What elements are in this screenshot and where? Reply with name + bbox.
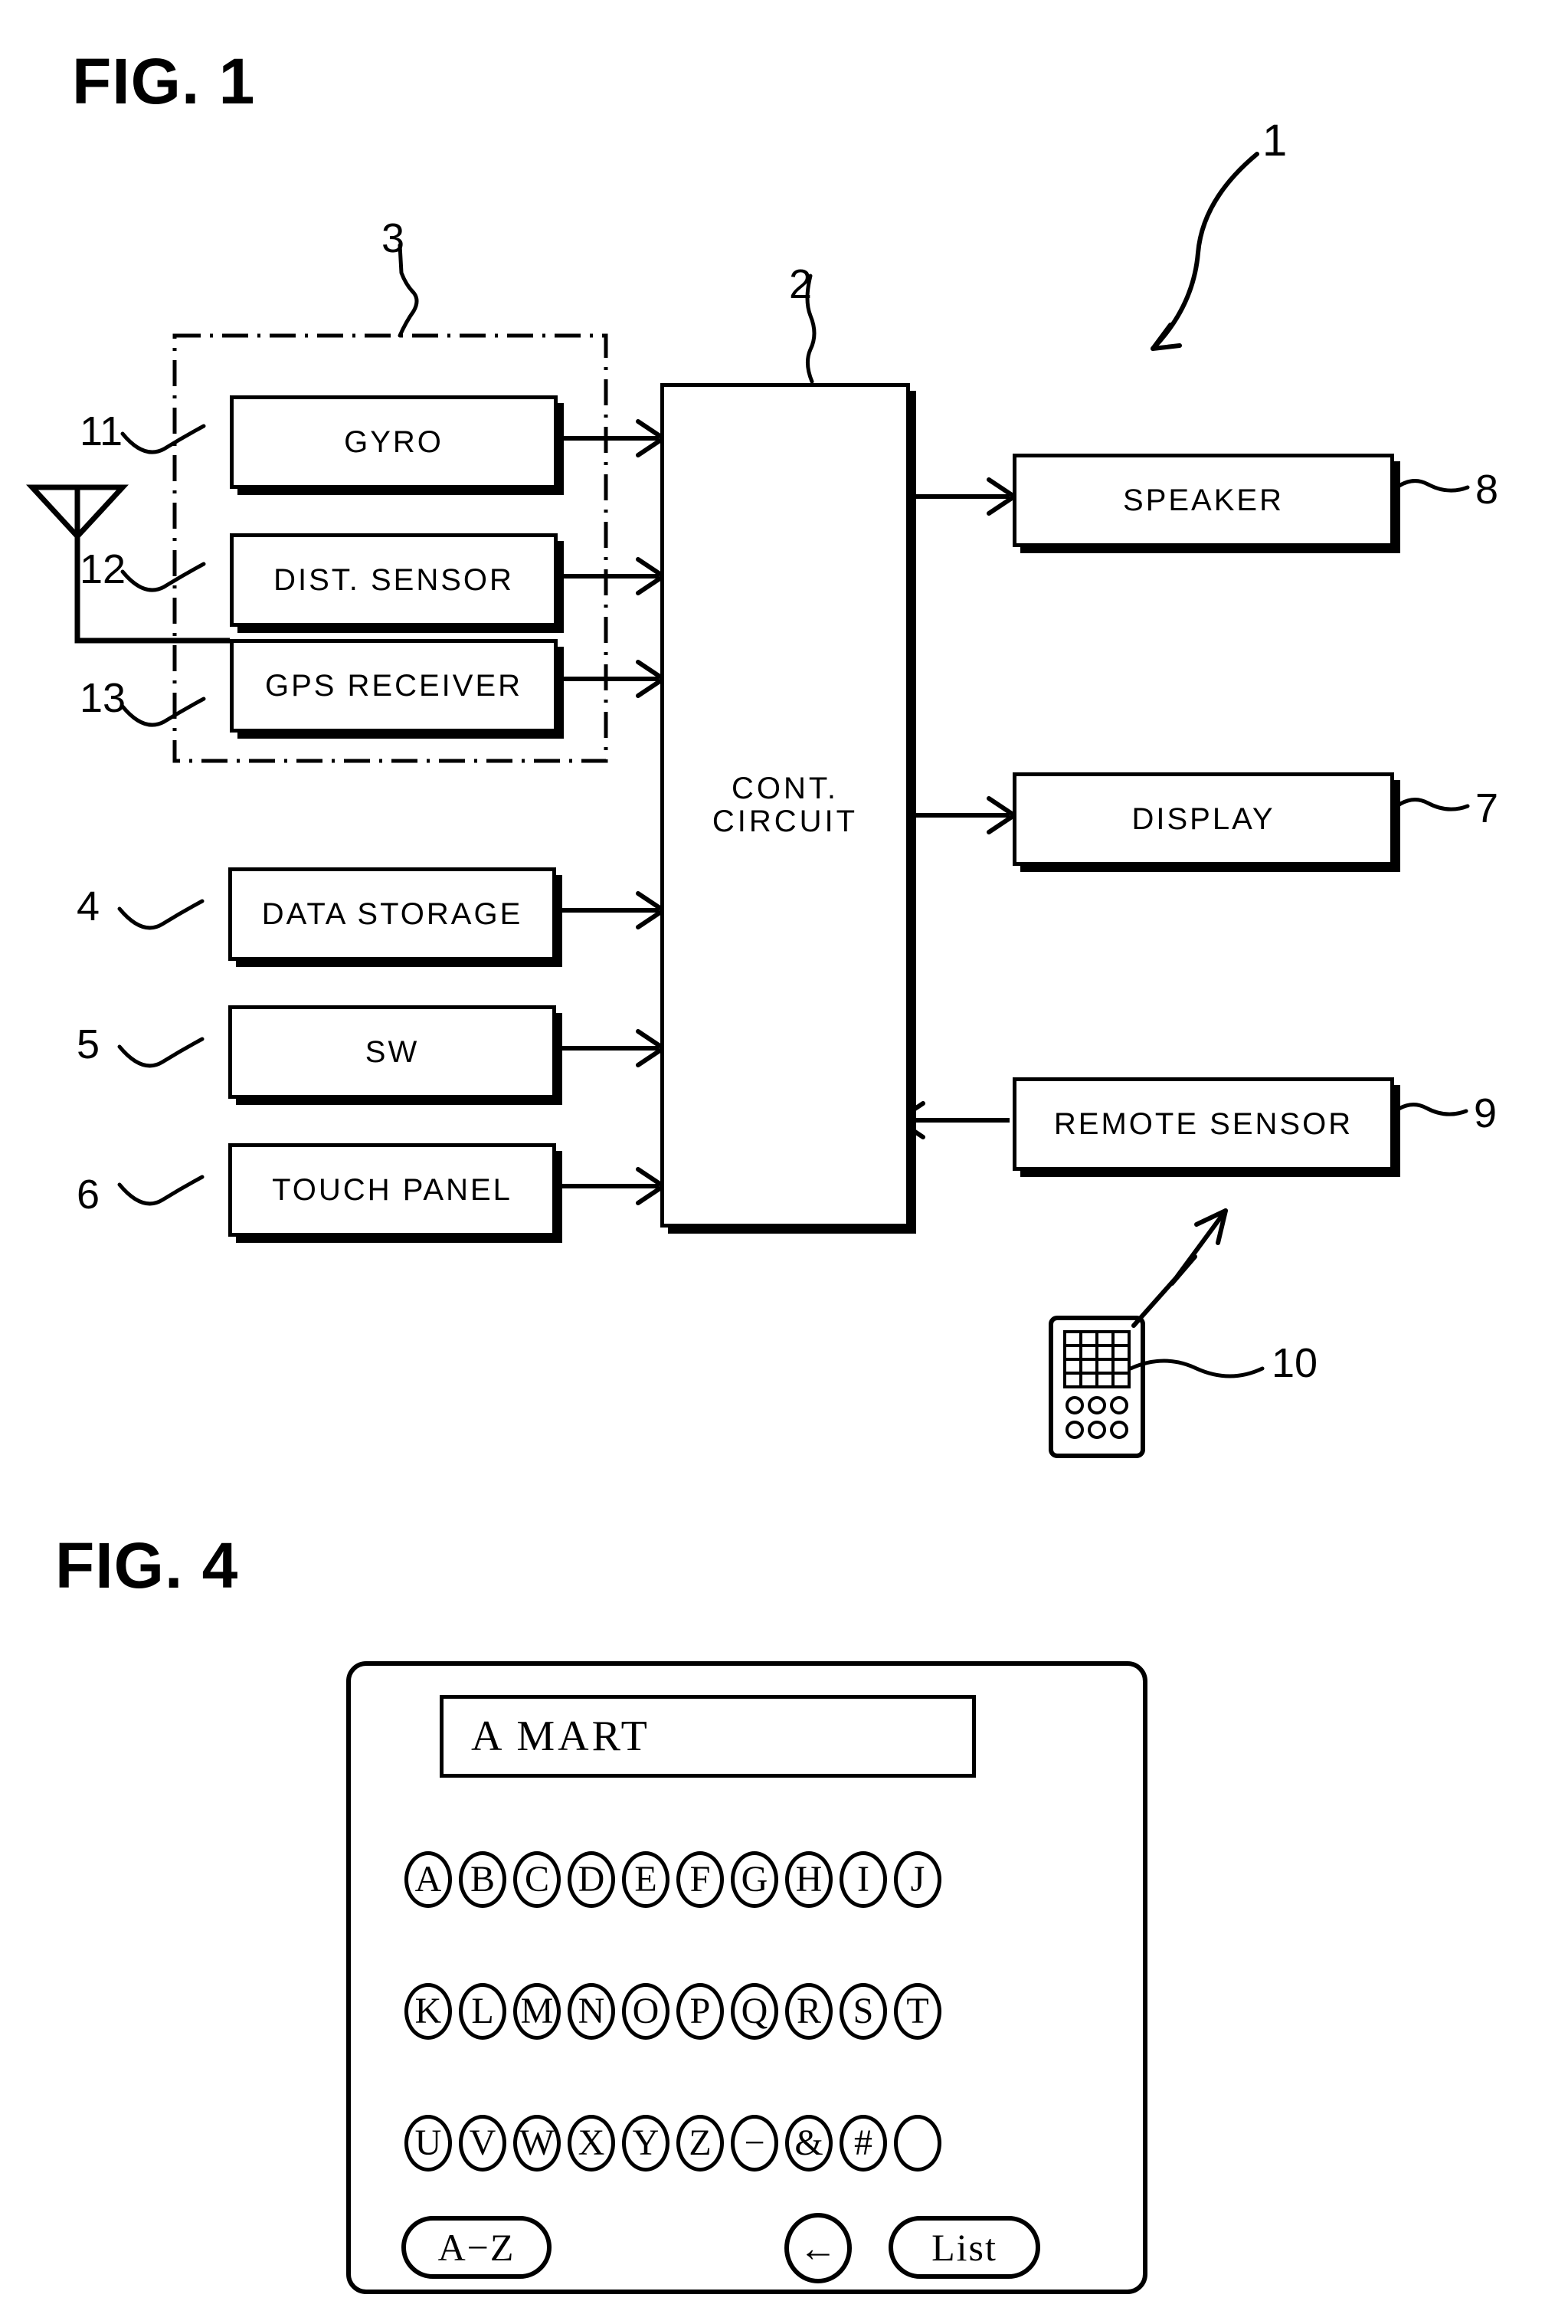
- block-cont-circuit-label-line2: CIRCUIT: [712, 805, 859, 838]
- key-hyphen[interactable]: −: [731, 2115, 778, 2172]
- block-gps-receiver-label: GPS RECEIVER: [264, 668, 523, 703]
- fig1-title: FIG. 1: [72, 45, 256, 117]
- leader-13: [120, 697, 206, 727]
- keyboard-row-2: K L M N O P Q R S T: [404, 1983, 948, 2040]
- key-I[interactable]: I: [840, 1851, 887, 1908]
- key-R[interactable]: R: [785, 1983, 833, 2040]
- ref-13: 13: [80, 675, 126, 721]
- backspace-icon[interactable]: ←: [784, 2213, 852, 2283]
- leader-10: [1128, 1359, 1265, 1378]
- key-C[interactable]: C: [513, 1851, 561, 1908]
- block-gyro: GYRO: [230, 395, 558, 489]
- block-data-storage: DATA STORAGE: [228, 867, 556, 961]
- leader-1: [1151, 152, 1259, 351]
- key-E[interactable]: E: [622, 1851, 669, 1908]
- key-F[interactable]: F: [676, 1851, 724, 1908]
- keyboard-row-1: A B C D E F G H I J: [404, 1851, 948, 1908]
- key-Y[interactable]: Y: [622, 2115, 669, 2172]
- key-K[interactable]: K: [404, 1983, 452, 2040]
- leader-4: [117, 899, 205, 930]
- key-Z[interactable]: Z: [676, 2115, 724, 2172]
- leader-1-arrowhead: [1151, 323, 1182, 351]
- leader-8: [1384, 479, 1470, 499]
- ref-8: 8: [1475, 467, 1499, 513]
- leader-12: [120, 562, 206, 592]
- antenna-icon: [26, 484, 129, 541]
- key-Q[interactable]: Q: [731, 1983, 778, 2040]
- key-X[interactable]: X: [568, 2115, 615, 2172]
- block-cont-circuit-label-line1: CONT.: [732, 771, 839, 805]
- block-touch-panel: TOUCH PANEL: [228, 1143, 556, 1237]
- ref-4: 4: [77, 883, 100, 929]
- ref-9: 9: [1474, 1090, 1498, 1136]
- key-N[interactable]: N: [568, 1983, 615, 2040]
- block-remote-sensor: REMOTE SENSOR: [1013, 1077, 1394, 1171]
- ref-2: 2: [789, 261, 813, 307]
- block-dist-sensor: DIST. SENSOR: [230, 533, 558, 627]
- key-T[interactable]: T: [894, 1983, 941, 2040]
- key-G[interactable]: G: [731, 1851, 778, 1908]
- block-display: DISPLAY: [1013, 772, 1394, 866]
- block-sw-label: SW: [365, 1034, 420, 1069]
- block-remote-sensor-label: REMOTE SENSOR: [1053, 1106, 1354, 1141]
- block-gps-receiver: GPS RECEIVER: [230, 639, 558, 733]
- remote-control-icon: [1049, 1316, 1145, 1458]
- ref-11: 11: [80, 408, 123, 454]
- range-az-button[interactable]: A−Z: [401, 2216, 552, 2279]
- keyboard-row-3: U V W X Y Z − & #: [404, 2115, 948, 2172]
- ref-12: 12: [80, 546, 126, 592]
- block-sw: SW: [228, 1005, 556, 1099]
- block-dist-sensor-label: DIST. SENSOR: [273, 562, 514, 597]
- leader-7: [1384, 798, 1470, 818]
- block-speaker-label: SPEAKER: [1123, 483, 1284, 517]
- search-input-value: A MART: [471, 1713, 650, 1760]
- key-H[interactable]: H: [785, 1851, 833, 1908]
- key-L[interactable]: L: [459, 1983, 506, 2040]
- block-gyro-label: GYRO: [344, 424, 444, 459]
- list-button[interactable]: List: [889, 2216, 1040, 2279]
- key-P[interactable]: P: [676, 1983, 724, 2040]
- block-data-storage-label: DATA STORAGE: [261, 896, 523, 931]
- key-A[interactable]: A: [404, 1851, 452, 1908]
- key-S[interactable]: S: [840, 1983, 887, 2040]
- key-M[interactable]: M: [513, 1983, 561, 2040]
- block-display-label: DISPLAY: [1131, 801, 1275, 836]
- key-O[interactable]: O: [622, 1983, 669, 2040]
- ref-1: 1: [1262, 116, 1288, 166]
- search-input[interactable]: A MART: [440, 1695, 976, 1778]
- leader-11: [120, 424, 206, 454]
- key-B[interactable]: B: [459, 1851, 506, 1908]
- key-V[interactable]: V: [459, 2115, 506, 2172]
- key-U[interactable]: U: [404, 2115, 452, 2172]
- key-hash[interactable]: #: [840, 2115, 887, 2172]
- leader-6: [117, 1175, 205, 1206]
- block-speaker: SPEAKER: [1013, 454, 1394, 547]
- leader-9: [1383, 1103, 1468, 1123]
- block-touch-panel-label: TOUCH PANEL: [272, 1172, 512, 1207]
- ref-10: 10: [1272, 1340, 1318, 1386]
- ref-3: 3: [381, 215, 405, 261]
- block-cont-circuit: CONT. CIRCUIT: [660, 383, 910, 1228]
- key-ampersand[interactable]: &: [785, 2115, 833, 2172]
- ref-5: 5: [77, 1021, 100, 1067]
- leader-5: [117, 1037, 205, 1068]
- ref-6: 6: [77, 1172, 100, 1218]
- fig4-touch-panel-screen: A MART A B C D E F G H I J K L M N O P Q…: [346, 1661, 1147, 2294]
- key-space[interactable]: [894, 2115, 941, 2172]
- ref-7: 7: [1475, 785, 1499, 831]
- fig4-title: FIG. 4: [55, 1529, 239, 1601]
- key-D[interactable]: D: [568, 1851, 615, 1908]
- ir-signal-icon: [1131, 1208, 1228, 1328]
- key-W[interactable]: W: [513, 2115, 561, 2172]
- key-J[interactable]: J: [894, 1851, 941, 1908]
